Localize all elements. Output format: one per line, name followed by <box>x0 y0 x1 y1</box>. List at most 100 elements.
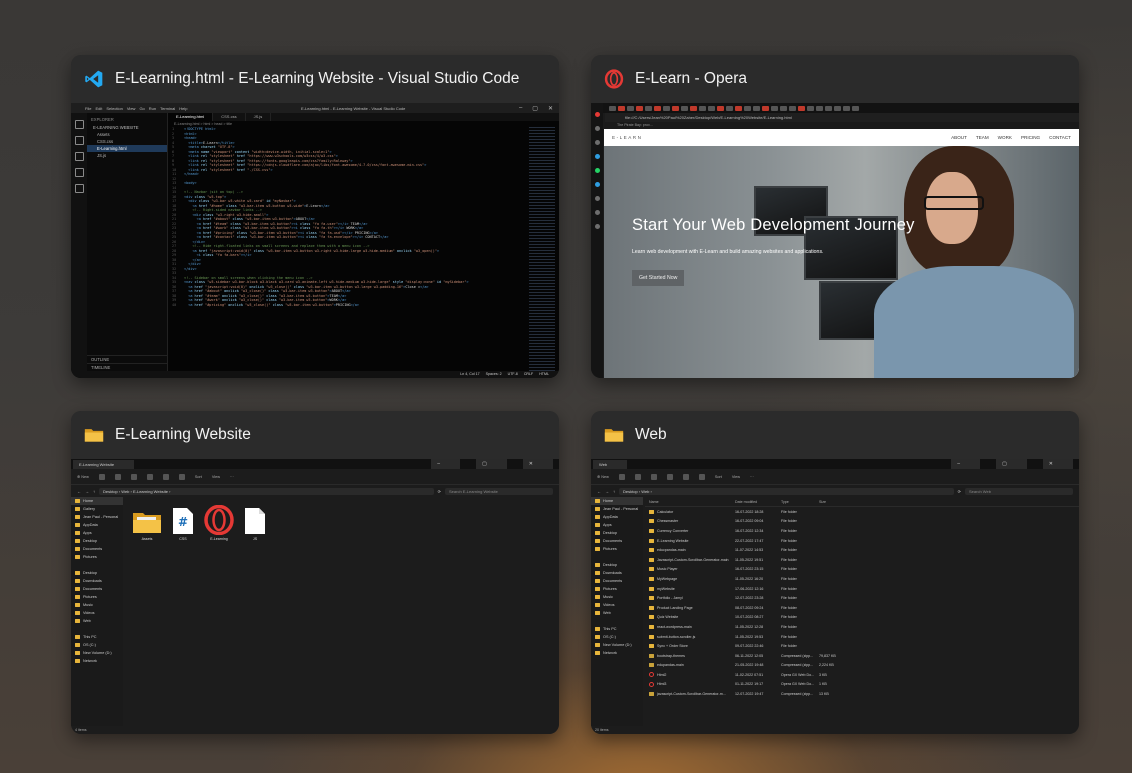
table-row[interactable]: Music Player 16-07-2022 23:15 File folder <box>645 565 1079 575</box>
copy-icon[interactable] <box>114 473 121 480</box>
tab[interactable] <box>735 105 742 111</box>
nav-item[interactable]: Documents <box>591 537 643 545</box>
window-controls[interactable]: – ▢ ✕ <box>519 105 553 112</box>
editor-tab[interactable]: E-Learning.html <box>168 113 214 121</box>
nav-item[interactable]: Jean Paul - Personal <box>71 513 123 521</box>
window-tile-explorer-elearning[interactable]: E-Learning Website E-Learning Website – ▢… <box>71 411 559 734</box>
nav-item[interactable]: Desktop <box>591 529 643 537</box>
nav-item[interactable]: Downloads <box>591 569 643 577</box>
window-controls[interactable]: – ▢ ✕ <box>949 459 1073 469</box>
menu-item[interactable]: Run <box>149 106 156 111</box>
breadcrumb-segment[interactable]: Desktop <box>103 489 118 494</box>
search-input[interactable]: Search E-Learning Website <box>445 487 553 495</box>
table-row[interactable]: Sync + Order Store 09-07-2022 22:46 File f… <box>645 641 1079 651</box>
bookmark-item[interactable]: The Pirate Bay: prox... <box>605 122 1079 129</box>
tab[interactable] <box>816 105 823 111</box>
opera-menu-icon[interactable] <box>594 112 600 117</box>
telegram-icon[interactable] <box>594 182 600 187</box>
tab[interactable] <box>753 105 760 111</box>
editor-tab[interactable]: JS.js <box>246 113 272 121</box>
editor-area[interactable]: E-Learning.html CSS.css JS.js E-Learning.h… <box>168 113 559 371</box>
tab[interactable] <box>636 105 643 111</box>
nav-link[interactable]: ABOUT <box>951 135 967 140</box>
grid-item-js[interactable]: JS <box>237 505 273 541</box>
back-icon[interactable]: ← <box>597 489 601 494</box>
get-started-button[interactable]: Get Started Now <box>632 270 685 286</box>
nav-item[interactable]: Documents <box>591 577 643 585</box>
window-tile-vscode[interactable]: E-Learning.html - E-Learning Website - V… <box>71 55 559 378</box>
forward-icon[interactable]: → <box>85 489 89 494</box>
nav-item[interactable]: Desktop <box>591 561 643 569</box>
table-row[interactable]: Chessmaster 16-07-2022 09:04 File folder <box>645 517 1079 527</box>
tile-header[interactable]: E-Learning Website <box>71 411 559 459</box>
whatsapp-icon[interactable] <box>594 168 600 173</box>
table-row[interactable]: Javascript-Custom-Scrollbar-Generator-ma… <box>645 555 1079 565</box>
nav-item[interactable]: AppData <box>591 513 643 521</box>
nav-item[interactable]: Documents <box>71 585 123 593</box>
nav-item[interactable]: Videos <box>71 609 123 617</box>
tab[interactable] <box>771 105 778 111</box>
nav-item[interactable]: Web <box>591 609 643 617</box>
tab[interactable] <box>654 105 661 111</box>
table-row[interactable]: Html2 11-02-2022 07:51 Opera GX Web Do... 3… <box>645 670 1079 680</box>
downloads-icon[interactable] <box>594 210 600 215</box>
explorer-file[interactable]: E-Learning.html <box>87 145 167 152</box>
cut-icon[interactable] <box>618 473 625 480</box>
history-icon[interactable] <box>594 196 600 201</box>
nav-item[interactable]: OS (C:) <box>71 641 123 649</box>
nav-item[interactable]: Gallery <box>71 505 123 513</box>
window-tile-opera[interactable]: E-Learn - Opera file:///C:/Users/Jean%20… <box>591 55 1079 378</box>
breadcrumb-segment[interactable]: E-Learning Website <box>133 489 168 494</box>
tab[interactable] <box>618 105 625 111</box>
new-button[interactable]: ⊕ New <box>597 474 609 479</box>
explorer-root[interactable]: E-LEARNING WEBSITE <box>87 124 167 131</box>
table-row[interactable]: educpandas-main 11-07-2022 14:53 File fold… <box>645 545 1079 555</box>
breadcrumb-segment[interactable]: Desktop <box>623 489 638 494</box>
tab[interactable] <box>789 105 796 111</box>
bookmarks-icon[interactable] <box>594 140 600 145</box>
command-bar[interactable]: ⊕ New Sort View ··· <box>71 469 559 485</box>
opera-sidebar[interactable] <box>591 103 603 378</box>
nav-item[interactable]: AppData <box>71 521 123 529</box>
column-header[interactable]: Type <box>781 500 819 504</box>
code-editor[interactable]: 1 <!DOCTYPE html> 2 <html> 3 <head> 4 <title>E… <box>168 127 525 371</box>
table-row[interactable]: Calculator 16-07-2022 18:28 File folder <box>645 507 1079 517</box>
nav-item[interactable]: OS (C:) <box>591 633 643 641</box>
tab[interactable] <box>744 105 751 111</box>
nav-item[interactable]: Pictures <box>591 545 643 553</box>
table-row[interactable]: edupandas-main 21-05-2022 19:48 Compressed… <box>645 661 1079 671</box>
sort-button[interactable]: Sort <box>195 475 202 479</box>
table-row[interactable]: Html3 01-11-2022 19:17 Opera GX Web Do... 1… <box>645 680 1079 690</box>
nav-item[interactable]: New Volume (D:) <box>71 649 123 657</box>
nav-link[interactable]: PRICING <box>1021 135 1040 140</box>
nav-item[interactable]: New Volume (D:) <box>591 641 643 649</box>
explorer-tab-bar[interactable]: E-Learning Website – ▢ ✕ <box>71 459 559 469</box>
table-row[interactable]: Quiz Website 10-07-2022 08:27 File folder <box>645 613 1079 623</box>
table-row[interactable]: submit-button-scroller-js 11-05-2022 19:5… <box>645 632 1079 642</box>
tab[interactable] <box>780 105 787 111</box>
menu-item[interactable]: Go <box>139 106 144 111</box>
nav-item[interactable]: Apps <box>591 521 643 529</box>
tab[interactable] <box>690 105 697 111</box>
nav-item[interactable]: Downloads <box>71 577 123 585</box>
nav-item[interactable]: Pictures <box>71 593 123 601</box>
explorer-file[interactable]: JS.js <box>87 152 167 159</box>
nav-link[interactable]: CONTACT <box>1049 135 1071 140</box>
tab[interactable] <box>825 105 832 111</box>
table-row[interactable]: E-Learning Website 22-07-2022 17:47 File f… <box>645 536 1079 546</box>
menu-item[interactable]: Selection <box>106 106 122 111</box>
nav-item[interactable]: Home <box>591 497 643 505</box>
tab[interactable] <box>798 105 805 111</box>
tab[interactable] <box>645 105 652 111</box>
grid-item-elearning-html[interactable]: E-Learning <box>201 505 237 541</box>
table-row[interactable]: Currency Converter 16-07-2022 12:34 File f… <box>645 526 1079 536</box>
nav-item[interactable]: Desktop <box>71 569 123 577</box>
refresh-icon[interactable]: ⟳ <box>438 489 441 494</box>
view-button[interactable]: View <box>212 475 220 479</box>
activity-bar[interactable] <box>71 113 87 371</box>
view-button[interactable]: View <box>732 475 740 479</box>
refresh-icon[interactable]: ⟳ <box>958 489 961 494</box>
nav-item[interactable]: Jean Paul - Personal <box>591 505 643 513</box>
minimap[interactable] <box>529 127 555 371</box>
delete-icon[interactable] <box>178 473 185 480</box>
